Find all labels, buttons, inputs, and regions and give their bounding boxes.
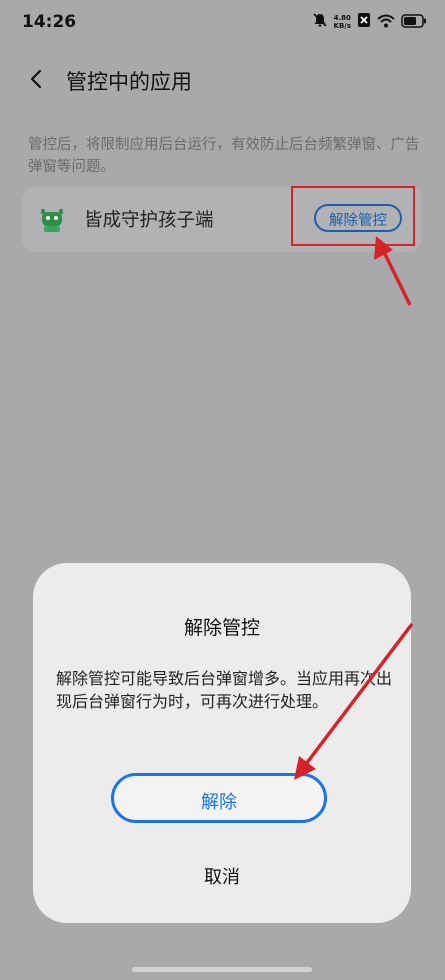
status-icons: 4.80 KB/s bbox=[312, 12, 427, 32]
status-time: 14:26 bbox=[22, 12, 77, 32]
app-name: 皆成守护孩子端 bbox=[84, 210, 214, 231]
description-text: 管控后，将限制应用后台运行，有效防止后台频繁弹窗、广告弹窗等问题。 bbox=[28, 137, 420, 175]
net-speed-value: 4.80 bbox=[333, 14, 351, 22]
cancel-button[interactable]: 取消 bbox=[33, 863, 411, 889]
dialog-message: 解除管控可能导致后台弹窗增多。当应用再次出现后台弹窗行为时，可再次进行处理。 bbox=[56, 669, 393, 711]
dialog-title: 解除管控 bbox=[183, 617, 260, 639]
nav-bar: 管控中的应用 bbox=[0, 56, 445, 104]
page-title: 管控中的应用 bbox=[66, 70, 192, 94]
wifi-icon bbox=[377, 13, 395, 32]
net-speed-unit: KB/s bbox=[333, 22, 351, 30]
confirm-dialog: 解除管控 解除管控可能导致后台弹窗增多。当应用再次出现后台弹窗行为时，可再次进行… bbox=[33, 563, 411, 923]
annotation-highlight-box bbox=[291, 186, 415, 246]
chevron-left-icon[interactable] bbox=[26, 68, 48, 90]
status-bar: 14:26 4.80 KB/s bbox=[0, 0, 445, 46]
sim-off-icon bbox=[357, 12, 371, 32]
battery-icon bbox=[401, 13, 427, 32]
net-speed: 4.80 KB/s bbox=[334, 14, 351, 30]
confirm-remove-button[interactable]: 解除 bbox=[111, 773, 327, 823]
home-indicator[interactable] bbox=[132, 967, 312, 972]
app-robot-icon bbox=[38, 206, 66, 234]
bell-muted-icon bbox=[312, 12, 328, 32]
annotation-arrow bbox=[382, 251, 412, 306]
